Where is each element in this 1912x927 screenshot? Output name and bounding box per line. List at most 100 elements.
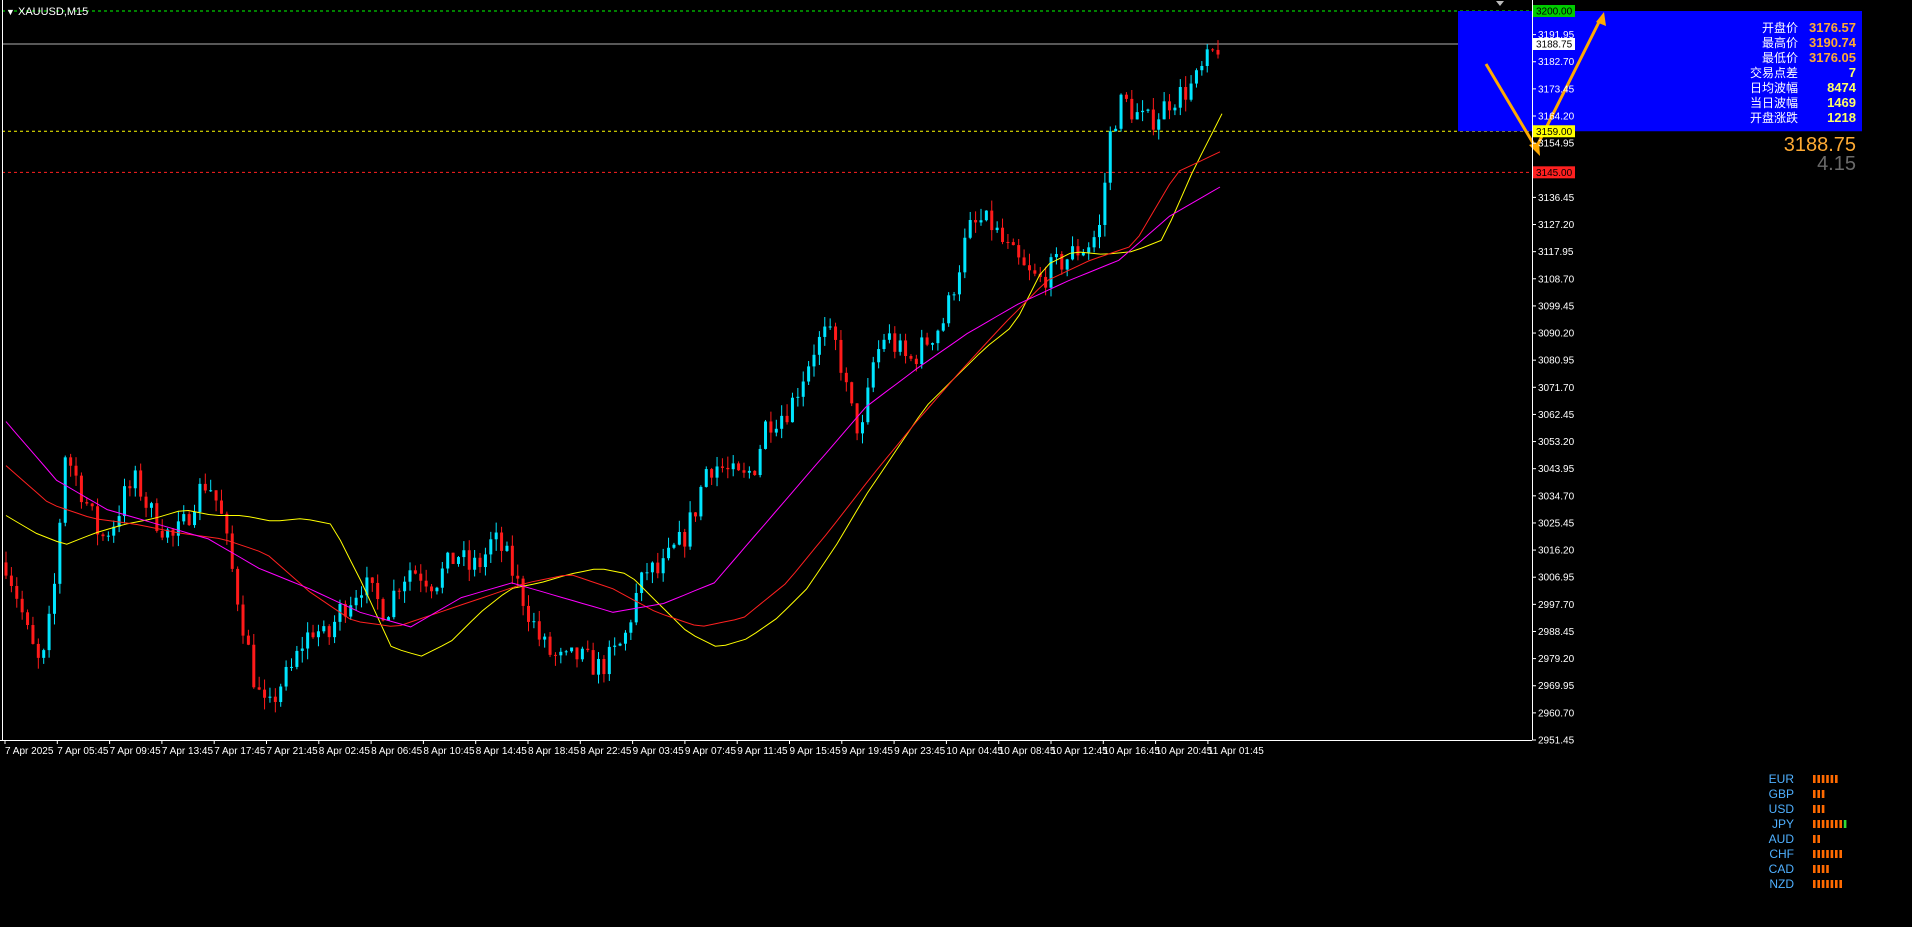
price-tick-label: 3154.95 [1538,139,1575,150]
candle-body [252,644,256,688]
candle-body [1076,246,1080,256]
strength-bar [1839,820,1842,828]
currency-code: NZD [1769,877,1794,891]
price-tag-label: 3188.75 [1536,39,1573,50]
candle-body [424,580,428,587]
price-chart[interactable]: 开盘价 3176.57 最高价 3190.74 最低价 3176.05 交易点差 7 日均波幅 8… [0,0,1912,927]
candle-body [871,362,875,388]
time-tick-label: 7 Apr 2025 [5,746,54,757]
time-tick-label: 8 Apr 14:45 [476,746,528,757]
time-tick-label: 8 Apr 22:45 [580,746,632,757]
collapse-icon[interactable]: ▼ [6,7,15,17]
strength-bar [1839,880,1842,888]
candle-body [58,522,62,584]
candle-body [500,532,504,551]
candle-body [591,650,595,675]
candle-body [327,626,331,638]
candle-body [483,554,487,568]
strength-bar [1839,850,1842,858]
candle-body [279,686,283,703]
candle-body [764,421,768,449]
candle-body [909,356,913,359]
strength-bar [1813,865,1816,873]
candle-body [128,486,132,489]
candle-body [828,326,832,328]
candle-body [758,448,762,476]
candle-body [1168,101,1172,111]
candle-body [284,666,288,687]
info-panel-value: 1469 [1827,95,1856,110]
candle-body [90,503,94,507]
price-tick-label: 2960.70 [1538,708,1575,719]
candle-body [1119,94,1123,129]
time-tick-label: 7 Apr 05:45 [57,746,109,757]
time-tick-label: 10 Apr 08:45 [999,746,1056,757]
candle-body [354,597,358,606]
info-panel-label: 最低价 [1762,51,1798,65]
candle-body [144,496,148,508]
price-tick-label: 3053.20 [1538,437,1575,448]
candle-body [914,358,918,365]
candle-body [699,486,703,517]
info-panel-value: 7 [1849,65,1856,80]
candle-body [602,658,606,675]
strength-bar [1826,775,1829,783]
candle-body [440,568,444,588]
candle-body [149,503,153,508]
currency-code: EUR [1769,772,1795,786]
candle-body [516,575,520,579]
candle-body [214,490,218,501]
info-panel-value: 8474 [1827,80,1857,95]
candle-body [893,333,897,352]
candle-body [1162,101,1166,120]
price-tick-label: 2988.45 [1538,627,1575,638]
candle-body [403,581,407,592]
candle-body [1124,94,1128,99]
price-tick-label: 2979.20 [1538,654,1575,665]
candle-body [478,557,482,568]
candle-body [780,415,784,429]
info-panel-value: 3190.74 [1809,35,1857,50]
candle-body [257,687,261,690]
candle-body [952,294,956,296]
currency-code: GBP [1769,787,1794,801]
candle-body [607,646,611,675]
price-tick-label: 3090.20 [1538,329,1575,340]
candle-body [123,486,127,517]
candle-body [263,689,267,698]
currency-code: AUD [1769,832,1795,846]
price-tick-label: 3080.95 [1538,356,1575,367]
time-tick-label: 7 Apr 13:45 [162,746,214,757]
price-change: 4.15 [1817,153,1856,175]
info-panel-label: 开盘价 [1762,20,1798,35]
candle-body [392,590,396,618]
candle-body [839,339,843,373]
strength-bar [1830,880,1834,888]
candle-body [1092,237,1096,248]
time-tick-label: 10 Apr 12:45 [1051,746,1108,757]
strength-bar [1817,805,1820,813]
candle-body [553,654,557,656]
candle-body [774,428,778,433]
price-tick-label: 3164.20 [1538,112,1575,123]
candle-body [273,696,277,703]
info-panel-label: 交易点差 [1750,65,1798,80]
candle-body [467,550,471,570]
candle-body [1001,227,1005,242]
strength-bar [1817,820,1820,828]
candle-body [1097,224,1101,238]
info-panel-label: 最高价 [1762,35,1798,50]
strength-bar [1835,820,1838,828]
info-panel-value: 3176.57 [1809,20,1856,35]
candle-body [629,622,633,633]
candle-body [957,272,961,295]
info-panel-label: 开盘涨跌 [1750,110,1798,125]
candle-body [1211,49,1215,51]
time-tick-label: 9 Apr 07:45 [685,746,737,757]
candle-body [289,666,293,668]
candle-body [693,512,697,517]
candle-body [769,421,773,433]
strength-bar [1813,880,1816,888]
strength-bar [1826,865,1829,873]
candle-body [397,590,401,592]
